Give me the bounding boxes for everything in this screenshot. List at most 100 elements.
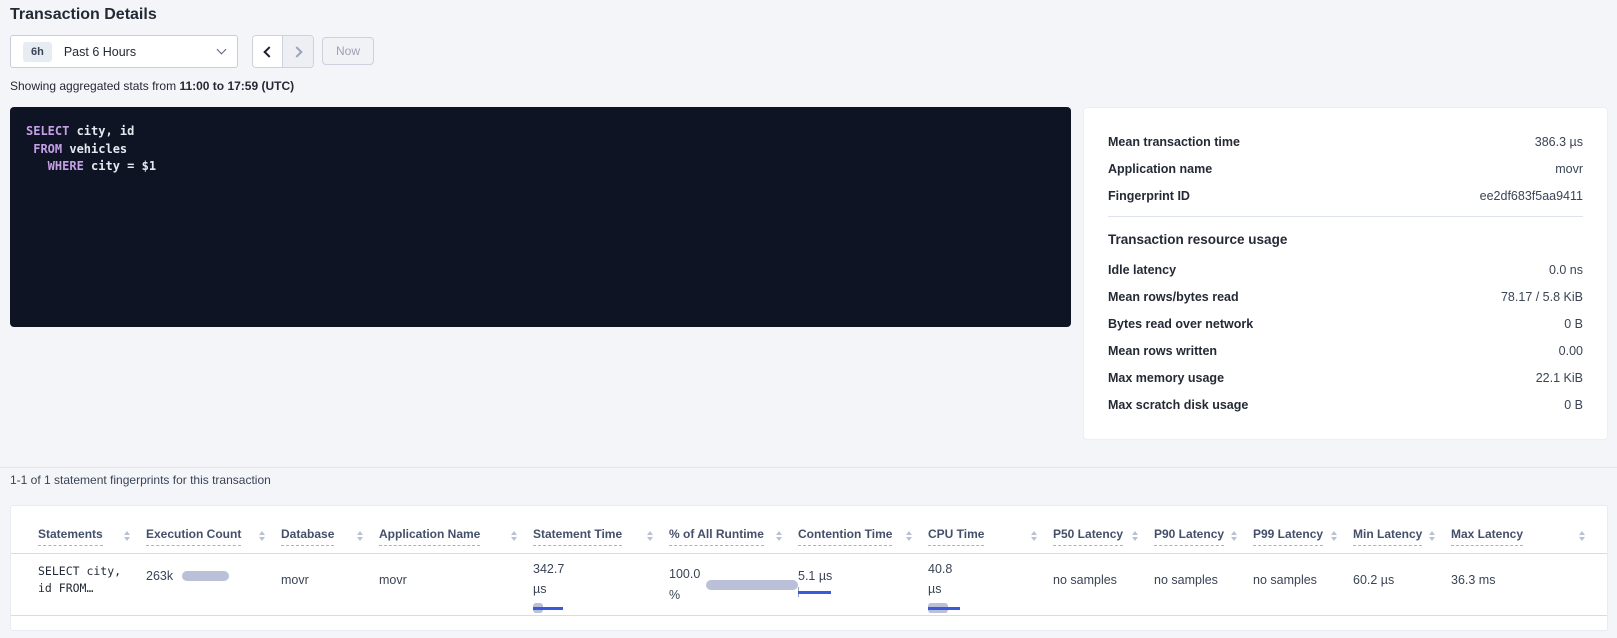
cell-p50-latency: no samples <box>1053 554 1154 615</box>
chevron-down-icon <box>217 45 227 55</box>
chevron-right-icon <box>291 46 302 57</box>
interval-badge: 6h <box>23 42 52 62</box>
sort-icon[interactable] <box>1579 531 1585 546</box>
column-header-cpu-time[interactable]: CPU Time <box>928 527 1053 546</box>
cell-p99-latency: no samples <box>1253 554 1353 615</box>
stats-line-range: 11:00 to 17:59 (UTC) <box>179 79 294 93</box>
pct-runtime-bar <box>706 580 798 590</box>
resource-value: 78.17 / 5.8 KiB <box>1501 290 1583 304</box>
sql-keyword: SELECT <box>26 124 69 138</box>
cell-contention-time: 5.1 µs <box>798 554 928 615</box>
resource-row: Mean rows/bytes read 78.17 / 5.8 KiB <box>1108 283 1583 310</box>
resource-label: Idle latency <box>1108 263 1176 277</box>
cell-pct-runtime: 100.0 % <box>669 554 798 615</box>
sort-icon[interactable] <box>1331 531 1337 546</box>
sql-line: SELECT city, id <box>26 123 1055 141</box>
sql-line: FROM vehicles <box>26 141 1055 159</box>
sort-icon[interactable] <box>1132 531 1138 546</box>
summary-value: ee2df683f5aa9411 <box>1480 189 1583 203</box>
column-header-max-latency[interactable]: Max Latency <box>1451 527 1601 546</box>
sort-icon[interactable] <box>906 531 912 546</box>
statement-time-value: 342.7 µs <box>533 559 575 599</box>
column-header-database[interactable]: Database <box>281 527 379 546</box>
summary-row: Mean transaction time 386.3 µs <box>1108 128 1583 155</box>
statements-caption: 1-1 of 1 statement fingerprints for this… <box>10 473 271 487</box>
column-header-statements[interactable]: Statements <box>38 527 146 546</box>
sort-icon[interactable] <box>1031 531 1037 546</box>
resource-row: Max memory usage 22.1 KiB <box>1108 364 1583 391</box>
sql-keyword: WHERE <box>26 159 84 173</box>
sort-icon[interactable] <box>259 531 265 546</box>
summary-row: Fingerprint ID ee2df683f5aa9411 <box>1108 182 1583 209</box>
column-header-contention-time[interactable]: Contention Time <box>798 527 928 546</box>
resource-value: 0.00 <box>1559 344 1583 358</box>
sql-text: city, id <box>69 124 134 138</box>
sort-icon[interactable] <box>776 531 782 546</box>
statements-table: Statements Execution Count Database Appl… <box>10 505 1608 631</box>
resource-usage-title: Transaction resource usage <box>1108 232 1583 247</box>
summary-label: Application name <box>1108 162 1212 176</box>
resource-value: 0 B <box>1564 398 1583 412</box>
cell-application-name: movr <box>379 554 533 615</box>
column-header-min-latency[interactable]: Min Latency <box>1353 527 1451 546</box>
time-nav-group <box>252 35 314 68</box>
summary-row: Application name movr <box>1108 155 1583 182</box>
summary-label: Fingerprint ID <box>1108 189 1190 203</box>
resource-label: Max scratch disk usage <box>1108 398 1248 412</box>
summary-value: movr <box>1555 162 1583 176</box>
column-header-execution-count[interactable]: Execution Count <box>146 527 281 546</box>
cell-max-latency: 36.3 ms <box>1451 554 1601 615</box>
sort-icon[interactable] <box>647 531 653 546</box>
resource-label: Bytes read over network <box>1108 317 1253 331</box>
interval-label: Past 6 Hours <box>64 45 218 59</box>
resource-row: Idle latency 0.0 ns <box>1108 256 1583 283</box>
sql-statement-box: SELECT city, id FROM vehicles WHERE city… <box>10 107 1071 327</box>
cell-p90-latency: no samples <box>1154 554 1253 615</box>
cell-statement-time: 342.7 µs <box>533 554 669 615</box>
column-header-statement-time[interactable]: Statement Time <box>533 527 669 546</box>
column-header-p90-latency[interactable]: P90 Latency <box>1154 527 1253 546</box>
resource-row: Max scratch disk usage 0 B <box>1108 391 1583 418</box>
resource-label: Mean rows/bytes read <box>1108 290 1239 304</box>
sort-icon[interactable] <box>357 531 363 546</box>
section-divider <box>0 467 1617 468</box>
stats-line-prefix: Showing aggregated stats from <box>10 79 179 93</box>
transaction-details-page: Transaction Details 6h Past 6 Hours Now … <box>0 0 1617 638</box>
column-header-p50-latency[interactable]: P50 Latency <box>1053 527 1154 546</box>
prev-interval-button[interactable] <box>253 36 283 67</box>
column-header-p99-latency[interactable]: P99 Latency <box>1253 527 1353 546</box>
sort-icon[interactable] <box>1231 531 1237 546</box>
cpu-time-value: 40.8 µs <box>928 559 966 599</box>
sort-icon[interactable] <box>511 531 517 546</box>
cell-database: movr <box>281 554 379 615</box>
cell-execution-count: 263k <box>146 554 281 615</box>
contention-time-bar <box>798 587 928 597</box>
cell-cpu-time: 40.8 µs <box>928 554 1053 615</box>
resource-label: Mean rows written <box>1108 344 1217 358</box>
sql-keyword: FROM <box>26 142 62 156</box>
contention-time-value: 5.1 µs <box>798 569 928 583</box>
column-header-pct-runtime[interactable]: % of All Runtime <box>669 527 798 546</box>
sort-icon[interactable] <box>1429 531 1435 546</box>
resource-row: Bytes read over network 0 B <box>1108 310 1583 337</box>
aggregated-stats-line: Showing aggregated stats from 11:00 to 1… <box>10 79 294 93</box>
resource-value: 0.0 ns <box>1549 263 1583 277</box>
next-interval-button[interactable] <box>283 36 313 67</box>
sort-icon[interactable] <box>124 531 130 546</box>
statement-link[interactable]: SELECT city, id FROM… <box>38 554 132 597</box>
time-range-dropdown[interactable]: 6h Past 6 Hours <box>10 35 238 68</box>
table-row: SELECT city, id FROM… 263k movr movr 342… <box>11 554 1607 616</box>
cell-statement: SELECT city, id FROM… <box>38 554 146 615</box>
pct-runtime-value: 100.0 % <box>669 564 704 606</box>
column-header-application-name[interactable]: Application Name <box>379 527 533 546</box>
resource-label: Max memory usage <box>1108 371 1224 385</box>
execution-count-value: 263k <box>146 569 173 583</box>
sql-line: WHERE city = $1 <box>26 158 1055 176</box>
page-title: Transaction Details <box>10 6 157 24</box>
statement-time-bar <box>533 603 669 613</box>
sql-text: city = $1 <box>84 159 156 173</box>
now-button[interactable]: Now <box>322 37 374 65</box>
summary-label: Mean transaction time <box>1108 135 1240 149</box>
resource-row: Mean rows written 0.00 <box>1108 337 1583 364</box>
resource-value: 0 B <box>1564 317 1583 331</box>
